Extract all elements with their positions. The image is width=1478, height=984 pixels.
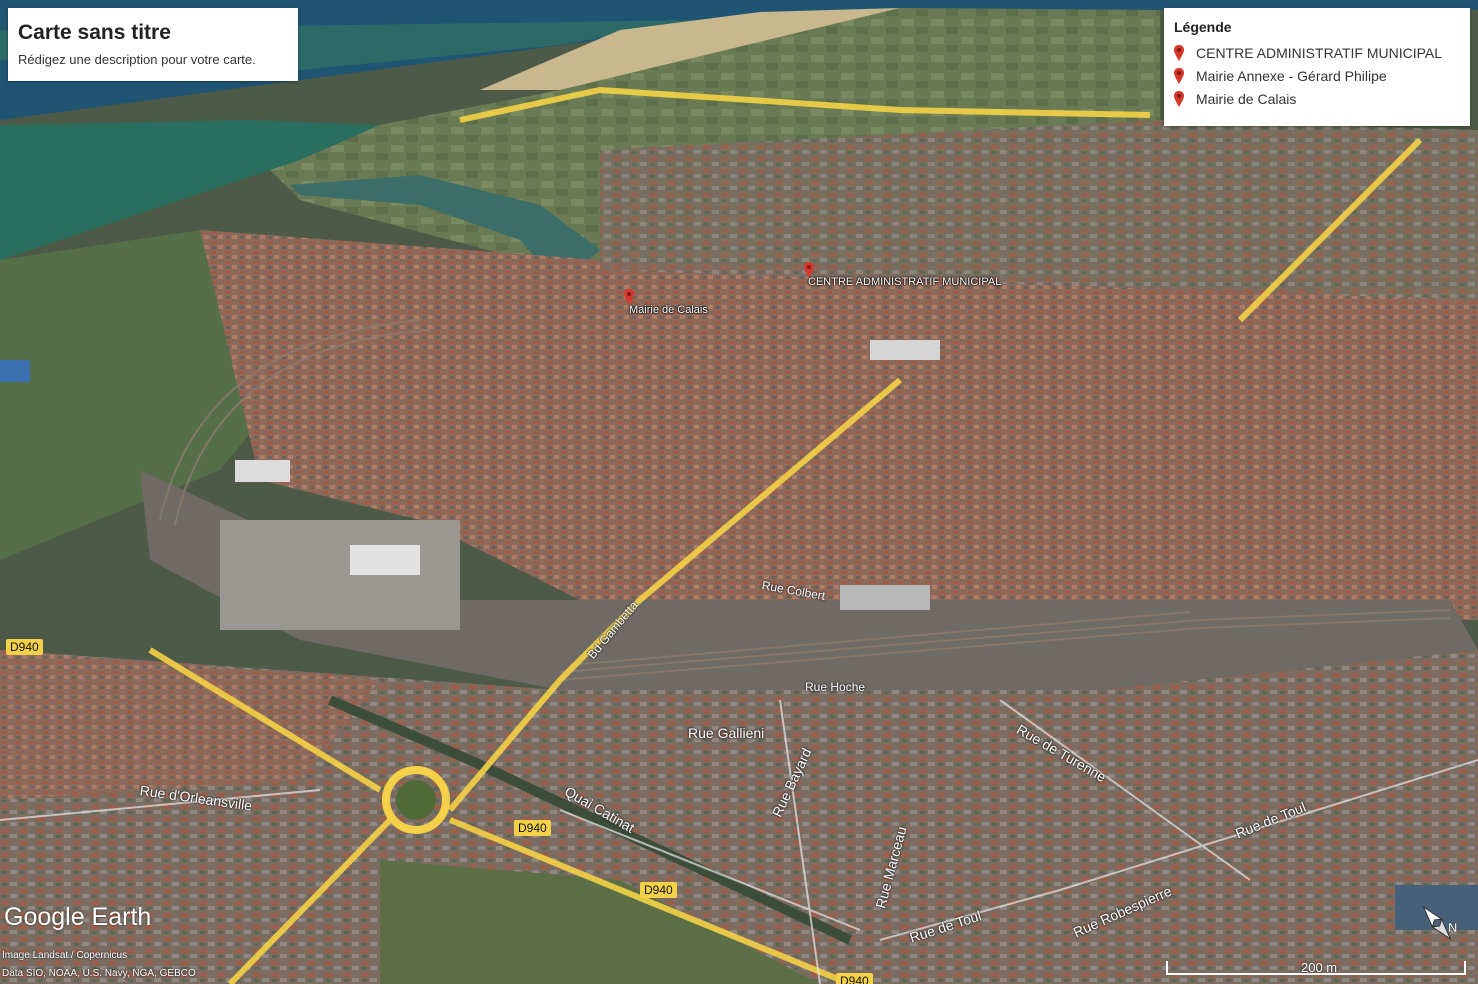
scale-tick-left [1166, 961, 1168, 975]
centre-administratif-label[interactable]: CENTRE ADMINISTRATIF MUNICIPAL [808, 276, 1001, 288]
legend-item-mairie-calais[interactable]: Mairie de Calais [1174, 87, 1460, 110]
scale-bar: 200 m [1166, 958, 1466, 978]
map-title-card[interactable]: Carte sans titre Rédigez une description… [8, 8, 298, 81]
legend-item-centre[interactable]: CENTRE ADMINISTRATIF MUNICIPAL [1174, 41, 1460, 64]
route-shield: D940 [836, 973, 873, 984]
compass-icon[interactable]: N [1412, 898, 1462, 948]
map-description: Rédigez une description pour votre carte… [18, 52, 256, 67]
street-label: Rue Hoche [805, 680, 866, 694]
route-shield: D940 [6, 639, 43, 655]
red-pin-icon [1174, 44, 1184, 61]
data-credit: Data SIO, NOAA, U.S. Navy, NGA, GEBCO [2, 968, 196, 979]
google-earth-logo: Google Earth [4, 903, 152, 931]
legend-panel: Légende CENTRE ADMINISTRATIF MUNICIPAL M… [1164, 8, 1470, 126]
aerial-map-view[interactable] [0, 0, 1478, 984]
street-label: Rue Gallieni [688, 725, 765, 741]
route-shield: D940 [640, 882, 677, 898]
legend-label: CENTRE ADMINISTRATIF MUNICIPAL [1196, 44, 1443, 61]
route-shield: D940 [514, 820, 551, 836]
scale-label: 200 m [1301, 960, 1338, 975]
red-pin-icon [1174, 90, 1184, 107]
mairie-de-calais-label[interactable]: Mairie de Calais [629, 304, 708, 316]
legend-label: Mairie Annexe - Gérard Philipe [1196, 67, 1387, 84]
map-title: Carte sans titre [18, 21, 171, 44]
legend-label: Mairie de Calais [1196, 90, 1297, 107]
legend-item-mairie-annexe[interactable]: Mairie Annexe - Gérard Philipe [1174, 64, 1460, 87]
red-pin-icon [1174, 67, 1184, 84]
legend-heading: Légende [1174, 19, 1232, 35]
svg-text:N: N [1448, 920, 1457, 935]
mairie-de-calais-pin-icon[interactable] [624, 289, 634, 305]
scale-tick-right [1464, 961, 1466, 975]
image-credit: Image Landsat / Copernicus [2, 950, 128, 961]
